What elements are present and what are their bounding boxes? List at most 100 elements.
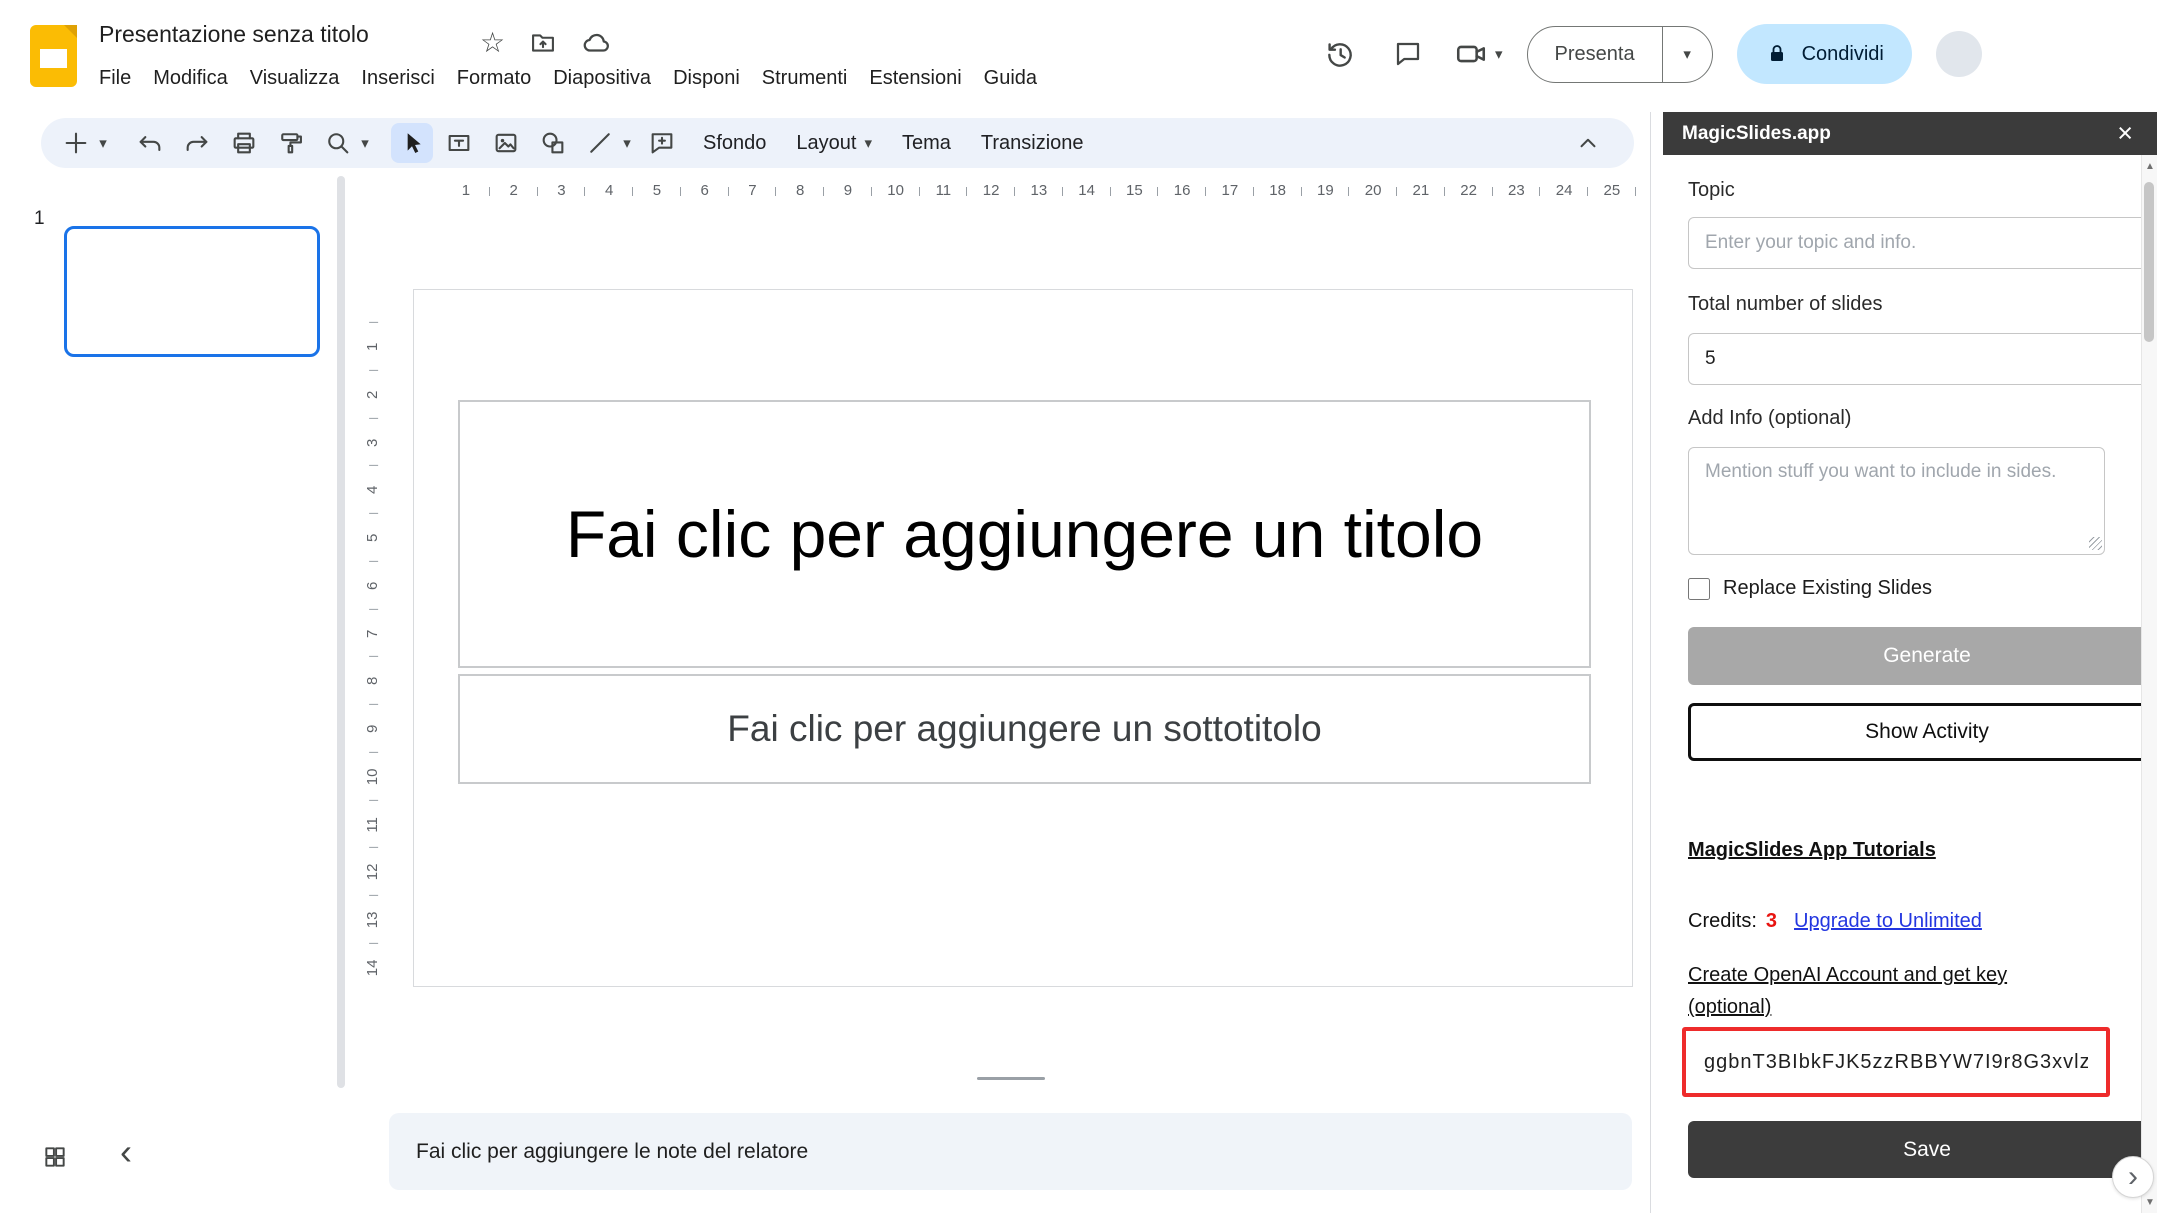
present-button[interactable]: Presenta ▾ <box>1527 26 1713 83</box>
menu-item[interactable]: File <box>88 61 142 96</box>
present-label[interactable]: Presenta <box>1528 27 1662 82</box>
zoom-button[interactable] <box>317 123 359 163</box>
layout-caret-icon: ▾ <box>864 136 872 151</box>
slides-count-input[interactable] <box>1688 333 2157 385</box>
ruler-mark: 7 <box>349 618 397 648</box>
google-slides-app: Presentazione senza titolo ☆ FileModific… <box>0 0 2157 1213</box>
meet-camera-group[interactable]: ▾ <box>1454 37 1503 71</box>
layout-button[interactable]: Layout▾ <box>781 123 887 163</box>
subtitle-placeholder-box[interactable]: Fai clic per aggiungere un sottotitolo <box>458 674 1591 784</box>
text-box-button[interactable] <box>438 123 480 163</box>
sidebar-content: Topic Total number of slides Add Info (o… <box>1663 155 2141 1213</box>
notes-drag-handle[interactable] <box>977 1077 1045 1080</box>
menu-item[interactable]: Disponi <box>662 61 751 96</box>
ruler-mark: 3 <box>538 177 586 205</box>
ruler-mark: 2 <box>349 380 397 410</box>
scroll-up-icon[interactable]: ▲ <box>2142 155 2157 177</box>
menu-item[interactable]: Diapositiva <box>542 61 662 96</box>
background-button[interactable]: Sfondo <box>688 123 781 163</box>
cloud-status-icon[interactable] <box>581 28 611 58</box>
insert-shape-button[interactable] <box>532 123 574 163</box>
slides-logo-page <box>40 49 67 68</box>
ruler-mark: 10 <box>872 177 920 205</box>
tutorials-link[interactable]: MagicSlides App Tutorials <box>1688 839 1936 861</box>
vertical-ruler: 1234567891011121314 <box>358 323 388 992</box>
credits-row: Credits: 3 Upgrade to Unlimited <box>1688 910 2105 933</box>
ruler-mark: 16 <box>1158 177 1206 205</box>
grid-view-button[interactable] <box>42 1144 68 1170</box>
menu-item[interactable]: Strumenti <box>751 61 859 96</box>
generate-button[interactable]: Generate <box>1688 627 2157 685</box>
collapse-filmstrip-button[interactable]: ‹ <box>120 1134 132 1170</box>
tutorials-row: MagicSlides App Tutorials <box>1688 839 2105 862</box>
new-slide-button[interactable] <box>55 123 97 163</box>
line-caret-icon[interactable]: ▾ <box>618 123 636 163</box>
comments-icon[interactable] <box>1386 32 1430 76</box>
close-icon[interactable]: × <box>2117 120 2133 147</box>
ruler-mark: 12 <box>349 857 397 887</box>
camera-caret-icon[interactable]: ▾ <box>1495 47 1503 62</box>
credits-value: 3 <box>1766 910 1777 933</box>
sidebar-title: MagicSlides.app <box>1682 123 1831 145</box>
openai-key-link[interactable]: Create OpenAI Account and get key (optio… <box>1688 959 2088 1023</box>
ruler-mark: 10 <box>349 762 397 792</box>
speaker-notes-placeholder: Fai clic per aggiungere le note del rela… <box>416 1140 808 1164</box>
ruler-mark: 6 <box>681 177 729 205</box>
add-info-wrap <box>1688 447 2105 555</box>
version-history-icon[interactable] <box>1318 32 1362 76</box>
insert-comment-button[interactable] <box>641 123 683 163</box>
star-icon[interactable]: ☆ <box>480 29 505 57</box>
menu-item[interactable]: Guida <box>973 61 1048 96</box>
show-activity-button[interactable]: Show Activity <box>1688 703 2157 761</box>
paint-format-button[interactable] <box>270 123 312 163</box>
document-title[interactable]: Presentazione senza titolo <box>99 21 369 48</box>
api-key-box <box>1682 1027 2110 1097</box>
zoom-caret-icon[interactable]: ▾ <box>356 123 374 163</box>
ruler-mark: 9 <box>349 714 397 744</box>
sidebar-header: MagicSlides.app × <box>1663 112 2157 155</box>
filmstrip-scrollbar[interactable] <box>337 176 345 1088</box>
subtitle-placeholder-text: Fai clic per aggiungere un sottotitolo <box>727 708 1321 750</box>
ruler-mark: 17 <box>1206 177 1254 205</box>
sidebar-divider <box>1650 112 1651 1213</box>
new-slide-caret-icon[interactable]: ▾ <box>94 123 112 163</box>
ruler-mark: 6 <box>349 571 397 601</box>
undo-button[interactable] <box>129 123 171 163</box>
insert-image-button[interactable] <box>485 123 527 163</box>
redo-button[interactable] <box>176 123 218 163</box>
replace-slides-checkbox[interactable] <box>1688 578 1710 600</box>
replace-slides-label: Replace Existing Slides <box>1723 577 1932 600</box>
insert-line-button[interactable] <box>579 123 621 163</box>
save-button[interactable]: Save <box>1688 1121 2157 1178</box>
share-button[interactable]: Condividi <box>1737 24 1912 84</box>
ruler-mark: 14 <box>349 953 397 983</box>
ruler-mark: 4 <box>349 475 397 505</box>
menu-item[interactable]: Formato <box>446 61 542 96</box>
theme-button[interactable]: Tema <box>887 123 966 163</box>
select-tool-button[interactable] <box>391 123 433 163</box>
collapse-toolbar-button[interactable] <box>1567 123 1609 163</box>
replace-slides-row: Replace Existing Slides <box>1688 577 2105 600</box>
transition-button[interactable]: Transizione <box>966 123 1099 163</box>
ruler-mark: 14 <box>1063 177 1111 205</box>
api-key-input[interactable] <box>1686 1051 2106 1074</box>
topic-input[interactable] <box>1688 217 2157 269</box>
resize-handle-icon[interactable] <box>2089 537 2102 550</box>
title-placeholder-box[interactable]: Fai clic per aggiungere un titolo <box>458 400 1591 668</box>
move-folder-icon[interactable] <box>529 29 557 57</box>
upgrade-link[interactable]: Upgrade to Unlimited <box>1794 910 1982 933</box>
add-info-textarea[interactable] <box>1688 447 2105 555</box>
slide-thumbnail[interactable] <box>64 226 320 357</box>
hide-side-panel-button[interactable]: › <box>2112 1156 2154 1198</box>
avatar[interactable] <box>1936 31 1982 77</box>
menu-item[interactable]: Estensioni <box>858 61 972 96</box>
slides-logo-icon[interactable] <box>30 25 77 87</box>
ruler-mark: 13 <box>1015 177 1063 205</box>
sidebar-scrollbar-thumb[interactable] <box>2144 182 2154 342</box>
menu-item[interactable]: Modifica <box>142 61 238 96</box>
menu-item[interactable]: Inserisci <box>350 61 445 96</box>
menu-item[interactable]: Visualizza <box>239 61 351 96</box>
present-caret-icon[interactable]: ▾ <box>1662 27 1712 82</box>
print-button[interactable] <box>223 123 265 163</box>
speaker-notes[interactable]: Fai clic per aggiungere le note del rela… <box>389 1113 1632 1190</box>
